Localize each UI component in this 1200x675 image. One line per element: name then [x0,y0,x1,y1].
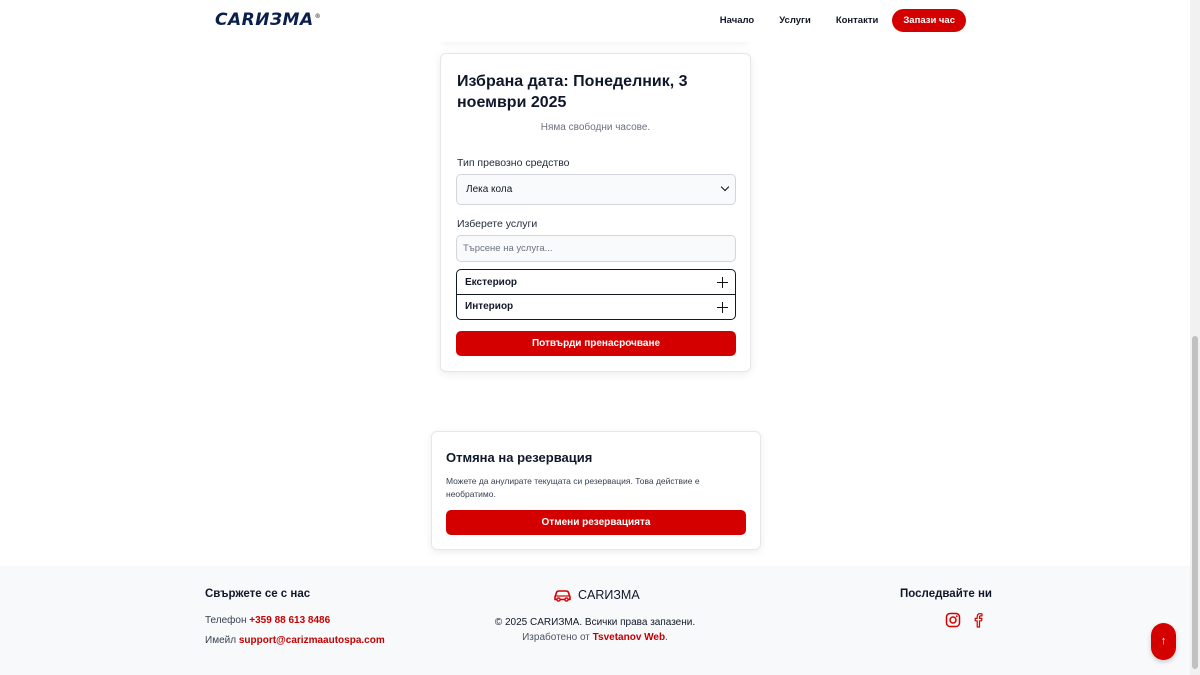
confirm-reschedule-button[interactable]: Потвърди пренасрочване [456,331,736,356]
site-header: CARИЗМА® Начало Услуги Контакти Запази ч… [0,0,1190,42]
instagram-icon[interactable] [945,612,961,628]
reschedule-card: Избрана дата: Понеделник, 3 ноември 2025… [440,53,751,372]
copyright: © 2025 CARИЗМА. Всички права запазени. [494,617,696,628]
contact-title: Свържете се с нас [205,588,311,600]
cancel-booking-card: Отмяна на резервация Можете да анулирате… [431,431,761,550]
chevron-down-icon [720,182,730,192]
category-exterior[interactable]: Екстериор [456,269,736,295]
nav-home[interactable]: Начало [720,15,754,26]
scroll-to-top-button[interactable]: ↑ [1151,623,1176,660]
made-by-link[interactable]: Tsvetanov Web [593,632,665,643]
cancel-booking-button[interactable]: Отмени резервацията [446,510,746,535]
logo[interactable]: CARИЗМА® [215,10,321,30]
service-search-input[interactable] [456,235,736,262]
scrollbar-thumb[interactable] [1192,336,1198,669]
footer-brand-name: CARИЗМА [578,588,640,602]
site-footer: Свържете се с нас Телефон +359 88 613 84… [0,566,1190,675]
vehicle-type-select[interactable]: Лека кола [456,174,736,205]
plus-icon [717,302,728,313]
cancel-description: Можете да анулирате текущата си резервац… [446,476,700,499]
vehicle-type-label: Тип превозно средство [457,157,570,169]
made-by-line: Изработено от Tsvetanov Web. [522,632,668,643]
nav-services[interactable]: Услуги [779,15,811,26]
services-label: Изберете услуги [457,218,538,230]
facebook-icon[interactable] [970,612,986,628]
page-scrollbar[interactable] [1190,0,1200,675]
selected-date-title: Избрана дата: Понеделник, 3 ноември 2025 [457,73,688,111]
footer-brand: CARИЗМА [553,588,640,602]
car-icon [554,589,571,602]
book-appointment-button[interactable]: Запази час [892,9,966,32]
registered-mark: ® [314,13,322,21]
main-nav: Начало Услуги Контакти Запази час [695,9,966,32]
no-slots-message: Няма свободни часове. [540,122,651,133]
cancel-title: Отмяна на резервация [446,450,593,465]
plus-icon [717,277,728,288]
nav-contacts[interactable]: Контакти [836,15,879,26]
category-interior[interactable]: Интериор [456,295,736,320]
follow-title: Последвайте ни [900,588,993,600]
